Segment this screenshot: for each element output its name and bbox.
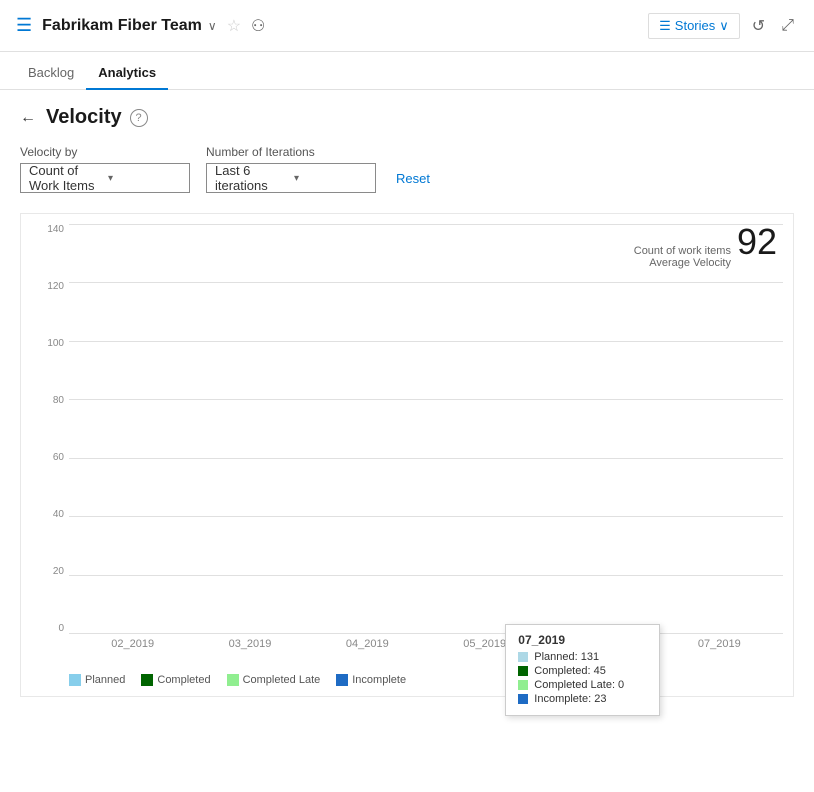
- main-content: ← Velocity ? Velocity by Count of Work I…: [0, 90, 814, 713]
- tooltip-completed-late-label: Completed Late: 0: [534, 679, 624, 691]
- velocity-by-dropdown[interactable]: Count of Work Items ▾: [20, 163, 190, 193]
- page-title: Velocity: [46, 106, 122, 129]
- legend-item-completed-late: Completed Late: [227, 674, 321, 686]
- legend-color-planned: [69, 674, 81, 686]
- x-label-07-2019: 07_2019: [666, 638, 773, 664]
- y-label-20: 20: [31, 566, 69, 577]
- chart-area: Count of work items Average Velocity 92 …: [20, 213, 794, 697]
- x-axis-labels: 02_2019 03_2019 04_2019 05_2019 06_2019 …: [69, 634, 783, 664]
- tooltip-completed-label: Completed: 45: [534, 665, 606, 677]
- legend-label-incomplete: Incomplete: [352, 674, 406, 686]
- tab-backlog[interactable]: Backlog: [16, 57, 86, 90]
- chart-legend: Planned Completed Completed Late Incompl…: [31, 674, 783, 686]
- y-label-100: 100: [31, 338, 69, 349]
- y-label-0: 0: [31, 623, 69, 634]
- y-label-140: 140: [31, 224, 69, 235]
- x-label-02-2019: 02_2019: [79, 638, 186, 664]
- y-label-60: 60: [31, 452, 69, 463]
- team-chevron-icon[interactable]: ∨: [208, 19, 217, 33]
- iterations-label: Number of Iterations: [206, 145, 376, 159]
- nav-tabs: Backlog Analytics: [0, 52, 814, 90]
- tooltip-color-planned: [518, 652, 528, 662]
- team-name: Fabrikam Fiber Team: [42, 17, 202, 35]
- iterations-filter-group: Number of Iterations Last 6 iterations ▾: [206, 145, 376, 193]
- legend-color-completed-late: [227, 674, 239, 686]
- legend-label-completed-late: Completed Late: [243, 674, 321, 686]
- stories-button[interactable]: ☰ Stories ∨: [648, 13, 740, 39]
- y-label-120: 120: [31, 281, 69, 292]
- bars-container: 07_2019 Planned: 131 Completed: 45: [69, 224, 783, 634]
- tooltip-title: 07_2019: [518, 633, 647, 647]
- x-label-03-2019: 03_2019: [196, 638, 303, 664]
- app-header: ☰ Fabrikam Fiber Team ∨ ☆ ⚇ ☰ Stories ∨ …: [0, 0, 814, 52]
- team-members-icon[interactable]: ⚇: [251, 16, 265, 36]
- velocity-by-value: Count of Work Items: [29, 163, 102, 193]
- tooltip-incomplete-label: Incomplete: 23: [534, 693, 606, 705]
- chart-container: 0 20 40 60 80 100 120 140: [31, 224, 783, 664]
- stories-label: Stories: [675, 18, 715, 33]
- y-axis: 0 20 40 60 80 100 120 140: [31, 224, 69, 664]
- velocity-by-filter-group: Velocity by Count of Work Items ▾: [20, 145, 190, 193]
- stories-icon: ☰: [659, 18, 671, 34]
- back-button[interactable]: ←: [20, 109, 36, 127]
- favorite-star-icon[interactable]: ☆: [227, 16, 241, 36]
- legend-item-completed: Completed: [141, 674, 210, 686]
- y-label-40: 40: [31, 509, 69, 520]
- tooltip-row-planned: Planned: 131: [518, 651, 647, 663]
- legend-color-incomplete: [336, 674, 348, 686]
- help-icon[interactable]: ?: [130, 109, 148, 127]
- velocity-by-chevron-icon: ▾: [108, 173, 181, 184]
- iterations-value: Last 6 iterations: [215, 163, 288, 193]
- y-label-80: 80: [31, 395, 69, 406]
- tooltip-row-completed: Completed: 45: [518, 665, 647, 677]
- tooltip-planned-label: Planned: 131: [534, 651, 599, 663]
- legend-label-planned: Planned: [85, 674, 125, 686]
- tooltip-row-completed-late: Completed Late: 0: [518, 679, 647, 691]
- expand-button[interactable]: ⤢: [777, 13, 798, 39]
- tooltip-color-completed: [518, 666, 528, 676]
- stories-chevron-icon: ∨: [719, 18, 729, 34]
- chart-tooltip: 07_2019 Planned: 131 Completed: 45: [505, 624, 660, 716]
- x-label-04-2019: 04_2019: [314, 638, 421, 664]
- app-logo-icon: ☰: [16, 15, 32, 36]
- filter-bar: Velocity by Count of Work Items ▾ Number…: [20, 145, 794, 193]
- tooltip-color-completed-late: [518, 680, 528, 690]
- iterations-dropdown[interactable]: Last 6 iterations ▾: [206, 163, 376, 193]
- tooltip-color-incomplete: [518, 694, 528, 704]
- legend-item-incomplete: Incomplete: [336, 674, 406, 686]
- iterations-chevron-icon: ▾: [294, 173, 367, 184]
- legend-label-completed: Completed: [157, 674, 210, 686]
- header-actions: ☰ Stories ∨ ↺ ⤢: [648, 12, 798, 40]
- legend-color-completed: [141, 674, 153, 686]
- tab-analytics[interactable]: Analytics: [86, 57, 168, 90]
- velocity-by-label: Velocity by: [20, 145, 190, 159]
- page-header: ← Velocity ?: [20, 106, 794, 129]
- tooltip-row-incomplete: Incomplete: 23: [518, 693, 647, 705]
- legend-item-planned: Planned: [69, 674, 125, 686]
- refresh-button[interactable]: ↺: [748, 12, 769, 40]
- reset-button[interactable]: Reset: [392, 163, 434, 193]
